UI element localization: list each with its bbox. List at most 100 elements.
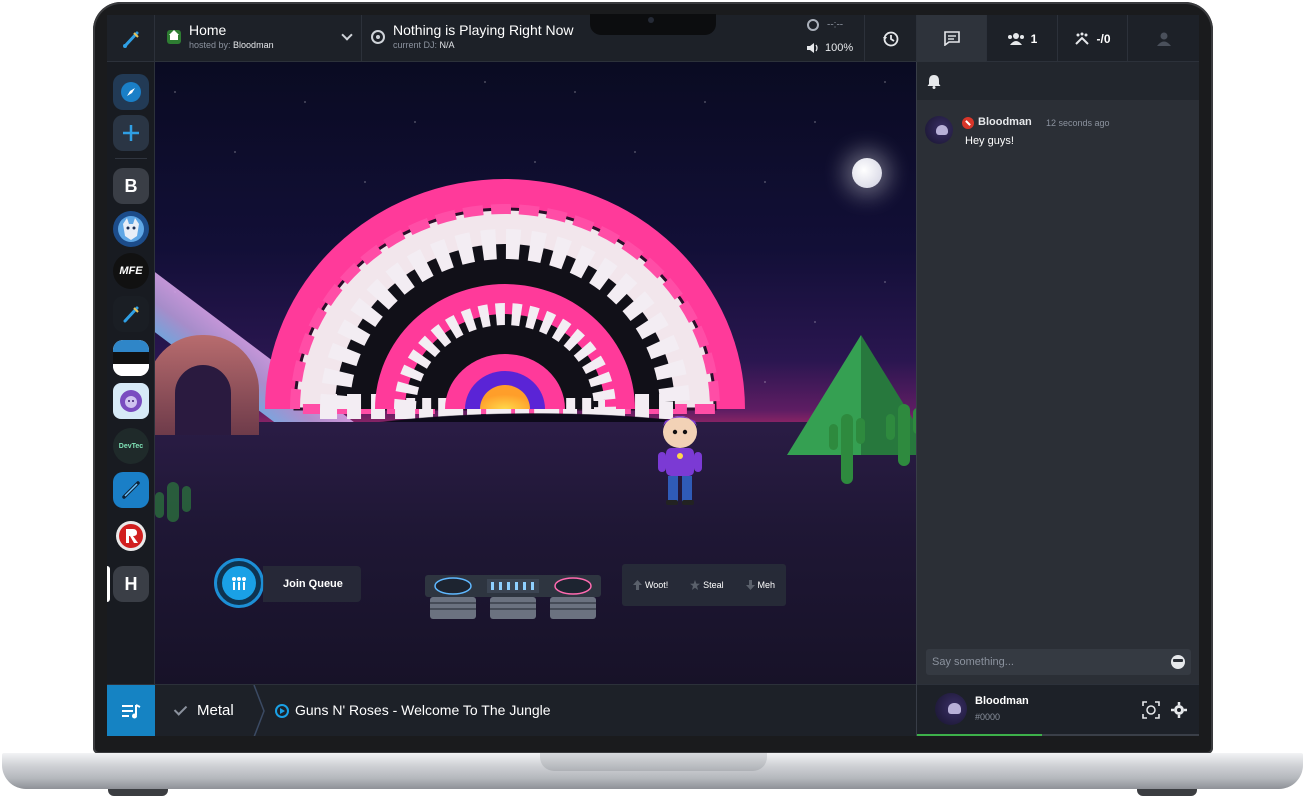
- app-logo-button[interactable]: [107, 15, 155, 62]
- rail-item-b[interactable]: B: [113, 168, 149, 204]
- woot-button[interactable]: Woot!: [632, 580, 668, 590]
- notification-bar: [917, 62, 1199, 100]
- volume-control[interactable]: 100%: [807, 42, 853, 54]
- lion-icon: [120, 390, 142, 412]
- speaker-icon: [807, 43, 818, 54]
- rail-item-devtec-label: DevTec: [118, 442, 144, 450]
- tab-grabs[interactable]: -/0: [1057, 15, 1127, 62]
- playlist-bar: Metal Guns N' Roses - Welcome To The Jun…: [107, 684, 916, 736]
- cactus: [886, 404, 916, 466]
- stripe-icon: [113, 340, 149, 376]
- meh-button[interactable]: Meh: [745, 580, 776, 590]
- current-user-name: Bloodman: [975, 695, 1029, 707]
- laptop-base-lip: [540, 753, 767, 771]
- rail-item-pen[interactable]: [113, 472, 149, 508]
- rail-item-h[interactable]: H: [113, 566, 149, 602]
- rail-item-guitar[interactable]: [113, 296, 149, 332]
- rail-item-devtec[interactable]: DevTec: [113, 428, 149, 464]
- camera-notch: [590, 14, 716, 35]
- gear-icon: [1171, 702, 1187, 718]
- arrow-down-icon: [745, 580, 755, 590]
- room-selector[interactable]: Home hosted by: Bloodman: [155, 15, 362, 62]
- queue-icon: [232, 577, 246, 590]
- room-host-name: Bloodman: [233, 40, 274, 50]
- laptop-foot-right: [1137, 789, 1197, 796]
- stage-fan-backdrop: [265, 179, 745, 419]
- rail-item-h-label: H: [124, 573, 138, 594]
- rail-item-r[interactable]: [113, 518, 149, 554]
- face-scan-icon: [1142, 701, 1160, 719]
- tab-staff[interactable]: [1127, 15, 1199, 62]
- arrow-up-icon: [632, 580, 642, 590]
- vote-panel: Woot! Steal Meh: [622, 564, 786, 606]
- avatar-editor-button[interactable]: [1141, 700, 1161, 720]
- rail-selected-indicator: [107, 566, 110, 602]
- compass-icon: [121, 82, 141, 102]
- rail-item-wolf[interactable]: [113, 211, 149, 247]
- current-user-bar: Bloodman #0000: [917, 684, 1199, 736]
- now-playing: Nothing is Playing Right Now current DJ:…: [363, 15, 803, 62]
- chat-input[interactable]: [926, 649, 1161, 675]
- join-queue-label[interactable]: Join Queue: [263, 566, 361, 602]
- moon: [852, 158, 882, 188]
- avatar[interactable]: [925, 116, 953, 144]
- playlist-menu-button[interactable]: [107, 685, 155, 736]
- chevron-down-icon[interactable]: [341, 29, 353, 41]
- pen-icon: [122, 481, 140, 499]
- breadcrumb-divider: [253, 685, 265, 736]
- rail-item-mfe[interactable]: MFE: [113, 253, 149, 289]
- playlist-icon: [122, 704, 141, 719]
- rail-item-b-label: B: [124, 175, 138, 196]
- song-time: --:--: [827, 19, 844, 31]
- history-button[interactable]: [864, 15, 916, 62]
- current-dj-line: current DJ: N/A: [393, 40, 455, 50]
- chat-message-user[interactable]: Bloodman: [978, 116, 1032, 128]
- dj-booth-icon: [371, 30, 385, 44]
- hosted-by-label: hosted by:: [189, 40, 231, 50]
- clock-icon: [807, 19, 819, 31]
- active-playlist-name[interactable]: Metal: [197, 702, 234, 719]
- rail-item-stripe[interactable]: [113, 340, 149, 376]
- chat-message-text: Hey guys!: [965, 135, 1014, 147]
- progress-bar: [917, 734, 1199, 736]
- cactus: [155, 482, 191, 522]
- current-dj-label: current DJ:: [393, 40, 438, 50]
- laptop-foot-left: [108, 789, 168, 796]
- grab-hand-icon: [1075, 32, 1090, 45]
- chat-input-wrap: [926, 649, 1191, 675]
- wolf-icon: [118, 216, 144, 242]
- song-timer: --:--: [807, 19, 863, 31]
- dj-avatar[interactable]: [655, 412, 705, 507]
- tab-chat[interactable]: [916, 15, 986, 62]
- room-title: Home: [189, 22, 227, 38]
- next-song-title[interactable]: Guns N' Roses - Welcome To The Jungle: [295, 702, 551, 718]
- now-playing-title: Nothing is Playing Right Now: [393, 22, 574, 38]
- rail-item-lion[interactable]: [113, 383, 149, 419]
- avatar[interactable]: [935, 693, 967, 725]
- progress-fill: [917, 734, 1042, 736]
- guitar-logo-icon: [122, 31, 139, 48]
- meh-label: Meh: [757, 580, 776, 590]
- rail-item-mfe-label: MFE: [119, 265, 143, 277]
- settings-button[interactable]: [1169, 700, 1189, 720]
- server-rail: B MFE DevTec H: [107, 62, 155, 684]
- bell-icon[interactable]: [927, 74, 941, 89]
- volume-value: 100%: [825, 42, 854, 54]
- join-queue-button[interactable]: [214, 558, 264, 608]
- chat-message-time: 12 seconds ago: [1046, 118, 1110, 128]
- guitar-icon: [123, 306, 139, 323]
- star-icon: [690, 580, 701, 590]
- chat-panel: Bloodman 12 seconds ago Hey guys! Bloodm…: [916, 62, 1199, 736]
- dj-decks: [425, 575, 601, 619]
- history-icon: [882, 31, 898, 46]
- users-count: 1: [1030, 31, 1038, 46]
- cactus: [829, 414, 865, 484]
- rail-item-explore[interactable]: [113, 74, 149, 110]
- tab-users[interactable]: 1: [986, 15, 1057, 62]
- chat-icon: [943, 31, 960, 46]
- steal-button[interactable]: Steal: [690, 580, 724, 590]
- current-user-tag: #0000: [975, 712, 1001, 722]
- check-icon: [173, 702, 188, 716]
- emoji-icon[interactable]: [1171, 655, 1185, 669]
- rail-item-create[interactable]: [113, 115, 149, 151]
